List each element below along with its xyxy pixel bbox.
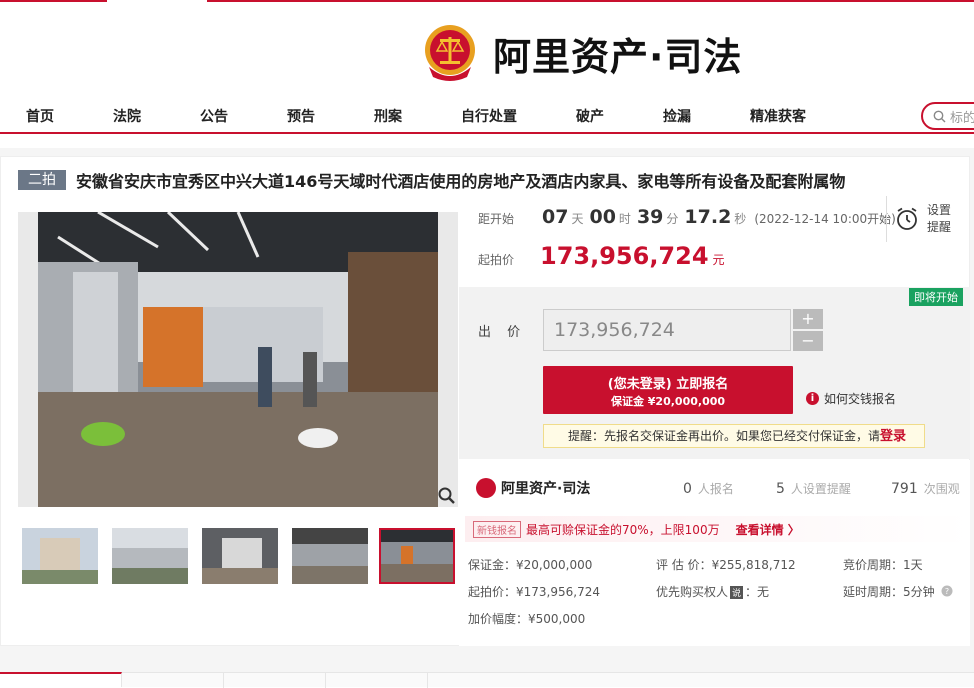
countdown-hours-unit: 时 [618, 212, 631, 226]
thumbnail-active[interactable] [379, 528, 455, 584]
register-button-label: (您未登录) 立即报名 [607, 377, 729, 392]
nav-notice[interactable]: 公告 [200, 106, 228, 126]
main-nav: 首页 法院 公告 预告 刑案 自行处置 破产 捡漏 精准获客 [0, 100, 974, 134]
appraisal-info: 评 估 价：¥255,818,712 [656, 558, 796, 572]
main-photo[interactable] [18, 212, 458, 507]
top-accent-gap [107, 0, 207, 2]
bid-decrease-button[interactable]: − [793, 331, 823, 351]
stat-reminders: 5 人设置提醒 [776, 480, 851, 497]
register-button[interactable]: (您未登录) 立即报名 保证金 ¥20,000,000 [543, 366, 793, 414]
status-badge: 即将开始 [909, 288, 963, 306]
bid-label: 出 价 [478, 325, 527, 340]
countdown-label: 距开始 [478, 212, 515, 226]
thumbnail[interactable] [22, 528, 98, 584]
stat-views-num: 791 [891, 481, 918, 497]
countdown-minutes-unit: 分 [666, 212, 679, 226]
search-input[interactable]: 标的 [921, 102, 974, 130]
stat-signups-unit: 人报名 [697, 482, 734, 496]
start-price-info: 起拍价：¥173,956,724 [468, 585, 600, 599]
help-icon[interactable]: ? [941, 585, 953, 597]
promo-banner: 新钱报名 最高可赊保证金的70%，上限100万 查看详情 〉 [465, 516, 970, 542]
nav-criminal[interactable]: 刑案 [374, 106, 402, 126]
login-link[interactable]: 登录 [880, 429, 906, 444]
tip-text: 提醒：先报名交保证金再出价。如果您已经交付保证金，请 [568, 429, 881, 443]
nav-bankruptcy[interactable]: 破产 [576, 106, 604, 126]
priority-buyer-value: ：无 [745, 585, 770, 599]
delay-cycle-info: 延时周期：5分钟 ? [843, 583, 953, 600]
how-to-pay-label: 如何交钱报名 [824, 392, 897, 406]
brand-small: 阿里资产·司法 [476, 478, 590, 498]
tab-active[interactable] [0, 672, 122, 687]
countdown-hours: 00 [589, 206, 616, 228]
bottom-tabs [0, 672, 974, 688]
nav-precision[interactable]: 精准获客 [750, 106, 806, 126]
search-placeholder: 标的 [950, 110, 974, 126]
auction-title-row: 二拍 安徽省安庆市宜秀区中兴大道146号天域时代酒店使用的房地产及酒店内家具、家… [18, 168, 845, 192]
tab[interactable] [122, 673, 224, 688]
countdown-minutes: 39 [636, 206, 664, 228]
priority-help-icon[interactable]: 说 [730, 586, 744, 599]
start-price-row: 起拍价 173,956,724 元 [478, 242, 725, 270]
brand-small-title: 阿里资产·司法 [501, 481, 591, 497]
nav-bargain[interactable]: 捡漏 [663, 106, 691, 126]
how-to-pay-link[interactable]: i 如何交钱报名 [806, 390, 896, 407]
countdown-days: 07 [542, 206, 569, 228]
alarm-clock-icon [897, 207, 917, 230]
priority-buyer-info: 优先购买权人说：无 [656, 583, 769, 600]
round-badge: 二拍 [18, 170, 66, 190]
zoom-icon[interactable] [437, 486, 457, 506]
stat-reminders-num: 5 [776, 481, 785, 497]
nav-court[interactable]: 法院 [113, 106, 141, 126]
countdown-seconds: 17.2 [684, 206, 732, 228]
start-time-note: (2022-12-14 10:00开始) [754, 212, 896, 226]
bid-increase-button[interactable]: + [793, 309, 823, 329]
start-price-value: 173,956,724 [540, 242, 709, 270]
svg-text:?: ? [945, 587, 949, 596]
start-price-label: 起拍价 [478, 253, 515, 267]
court-emblem-icon [423, 23, 477, 83]
site-logo[interactable]: 阿里资产·司法 [423, 22, 742, 84]
reminder-line1: 设置 [927, 203, 952, 217]
stat-signups-num: 0 [683, 481, 692, 497]
stat-views: 791 次围观 [891, 480, 960, 497]
reminder-line2: 提醒 [927, 220, 952, 234]
start-price-unit: 元 [712, 253, 725, 267]
tab[interactable] [326, 673, 428, 688]
bid-cycle-info: 竞价周期：1天 [843, 558, 923, 572]
search-icon [933, 110, 946, 122]
promo-tag: 新钱报名 [473, 520, 521, 538]
stat-reminders-unit: 人设置提醒 [790, 482, 851, 496]
register-button-deposit: 保证金 ¥20,000,000 [610, 395, 726, 408]
thumbnail[interactable] [292, 528, 368, 584]
set-reminder-button[interactable]: 设置 提醒 [886, 196, 966, 242]
promo-text: 最高可赊保证金的70%，上限100万 [526, 522, 720, 537]
priority-buyer-label: 优先购买权人 [656, 585, 729, 599]
countdown: 距开始 07 天 00 时 39 分 17.2 秒 (2022-12-14 10… [478, 206, 896, 228]
stat-views-unit: 次围观 [923, 482, 960, 496]
countdown-seconds-unit: 秒 [734, 212, 747, 226]
promo-details-link[interactable]: 查看详情 〉 [736, 521, 800, 538]
deposit-info: 保证金：¥20,000,000 [468, 558, 593, 572]
login-tip: 提醒：先报名交保证金再出价。如果您已经交付保证金，请登录 [543, 424, 925, 448]
auction-title: 安徽省安庆市宜秀区中兴大道146号天域时代酒店使用的房地产及酒店内家具、家电等所… [76, 172, 846, 191]
countdown-days-unit: 天 [571, 212, 584, 226]
increment-info: 加价幅度：¥500,000 [468, 612, 586, 626]
info-icon: i [806, 392, 819, 405]
nav-home[interactable]: 首页 [26, 106, 54, 126]
thumbnail[interactable] [112, 528, 188, 584]
brand-logo-icon [476, 478, 496, 498]
nav-preview[interactable]: 预告 [287, 106, 315, 126]
stat-signups: 0 人报名 [683, 480, 734, 497]
delay-cycle-text: 延时周期：5分钟 [843, 585, 935, 599]
bid-stepper: + − [793, 309, 823, 351]
site-title: 阿里资产·司法 [493, 34, 743, 79]
tab[interactable] [224, 673, 326, 688]
thumbnail[interactable] [202, 528, 278, 584]
bid-amount-input[interactable]: 173,956,724 [543, 309, 791, 351]
nav-self-disposal[interactable]: 自行处置 [461, 106, 517, 126]
